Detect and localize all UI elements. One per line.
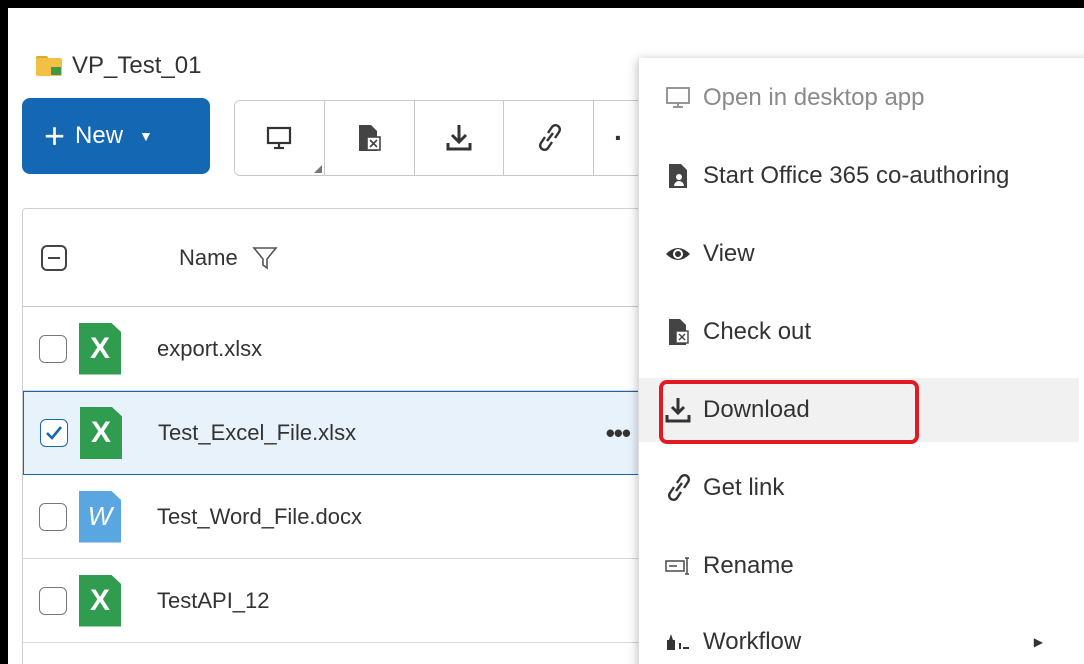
download-icon [446, 125, 472, 151]
submenu-arrow-icon: ▶ [1033, 635, 1043, 649]
excel-file-icon: X [79, 574, 121, 627]
file-name[interactable]: Test_Word_File.docx [157, 504, 362, 530]
checkmark-icon [46, 426, 63, 440]
menu-item-label: View [703, 240, 755, 267]
menu-item-coauthoring[interactable]: Start Office 365 co-authoring [639, 144, 1079, 208]
file-list: Name X export.xlsx X Test_Excel_File.xls… [22, 208, 662, 664]
excel-file-icon: X [79, 322, 121, 375]
menu-item-label: Check out [703, 318, 812, 345]
table-row[interactable]: X export.xlsx [23, 307, 661, 391]
get-link-button[interactable] [504, 101, 594, 175]
menu-item-label: Get link [703, 474, 785, 501]
word-file-icon: W [79, 490, 121, 543]
checkout-icon [359, 125, 381, 151]
folder-name: VP_Test_01 [72, 52, 202, 79]
action-toolbar: · [234, 100, 654, 176]
link-icon [665, 474, 691, 501]
row-checkbox[interactable] [39, 334, 67, 363]
menu-item-label: Rename [703, 552, 794, 579]
desktop-icon [267, 126, 292, 150]
checkout-icon [665, 319, 691, 345]
menu-item-get-link[interactable]: Get link [639, 456, 1079, 520]
menu-item-view[interactable]: View [639, 222, 1079, 286]
plus-icon: + [44, 115, 66, 156]
menu-item-label: Open in desktop app [703, 84, 925, 111]
row-checkbox[interactable] [39, 502, 67, 531]
file-name[interactable]: TestAPI_12 [157, 588, 270, 614]
open-desktop-button[interactable] [235, 101, 325, 175]
select-all-checkbox[interactable] [41, 244, 67, 271]
coauthor-icon [665, 163, 691, 189]
desktop-icon [665, 85, 691, 111]
menu-item-label: Start Office 365 co-authoring [703, 162, 1010, 189]
menu-item-check-out[interactable]: Check out [639, 300, 1079, 364]
download-button[interactable] [414, 101, 505, 175]
folder-icon [36, 56, 62, 76]
context-menu: Open in desktop app Start Office 365 co-… [638, 58, 1084, 664]
excel-file-icon: X [80, 407, 122, 459]
row-checkbox[interactable] [39, 586, 67, 615]
link-icon [538, 124, 561, 151]
menu-item-workflow[interactable]: Workflow ▶ [639, 610, 1079, 664]
filter-icon[interactable] [251, 245, 278, 271]
rename-icon [665, 553, 691, 579]
table-row[interactable]: W Test_Word_File.docx [23, 475, 661, 559]
checkout-button[interactable] [324, 101, 415, 175]
menu-item-label: Workflow [703, 628, 802, 655]
row-more-button[interactable]: ••• [606, 418, 631, 449]
file-name[interactable]: Test_Excel_File.xlsx [158, 420, 356, 446]
menu-item-open-desktop[interactable]: Open in desktop app [639, 66, 1079, 130]
workflow-icon [665, 629, 691, 655]
list-header: Name [23, 209, 661, 307]
eye-icon [665, 241, 691, 267]
chevron-down-icon: ▼ [139, 128, 153, 144]
menu-item-rename[interactable]: Rename [639, 534, 1079, 598]
file-name[interactable]: export.xlsx [157, 336, 262, 362]
new-button-label: New [75, 122, 124, 149]
app-window: VP_Test_01 + New ▼ · Name X export.xlsx … [8, 8, 1084, 664]
name-column-header[interactable]: Name [179, 245, 238, 271]
table-row[interactable]: X TestAPI_12 [23, 559, 661, 643]
download-highlight-box [659, 380, 919, 444]
table-row-selected[interactable]: X Test_Excel_File.xlsx ••• [23, 391, 661, 475]
row-checkbox-checked[interactable] [40, 419, 68, 447]
new-button[interactable]: + New ▼ [22, 98, 210, 174]
folder-header: VP_Test_01 [36, 44, 201, 88]
